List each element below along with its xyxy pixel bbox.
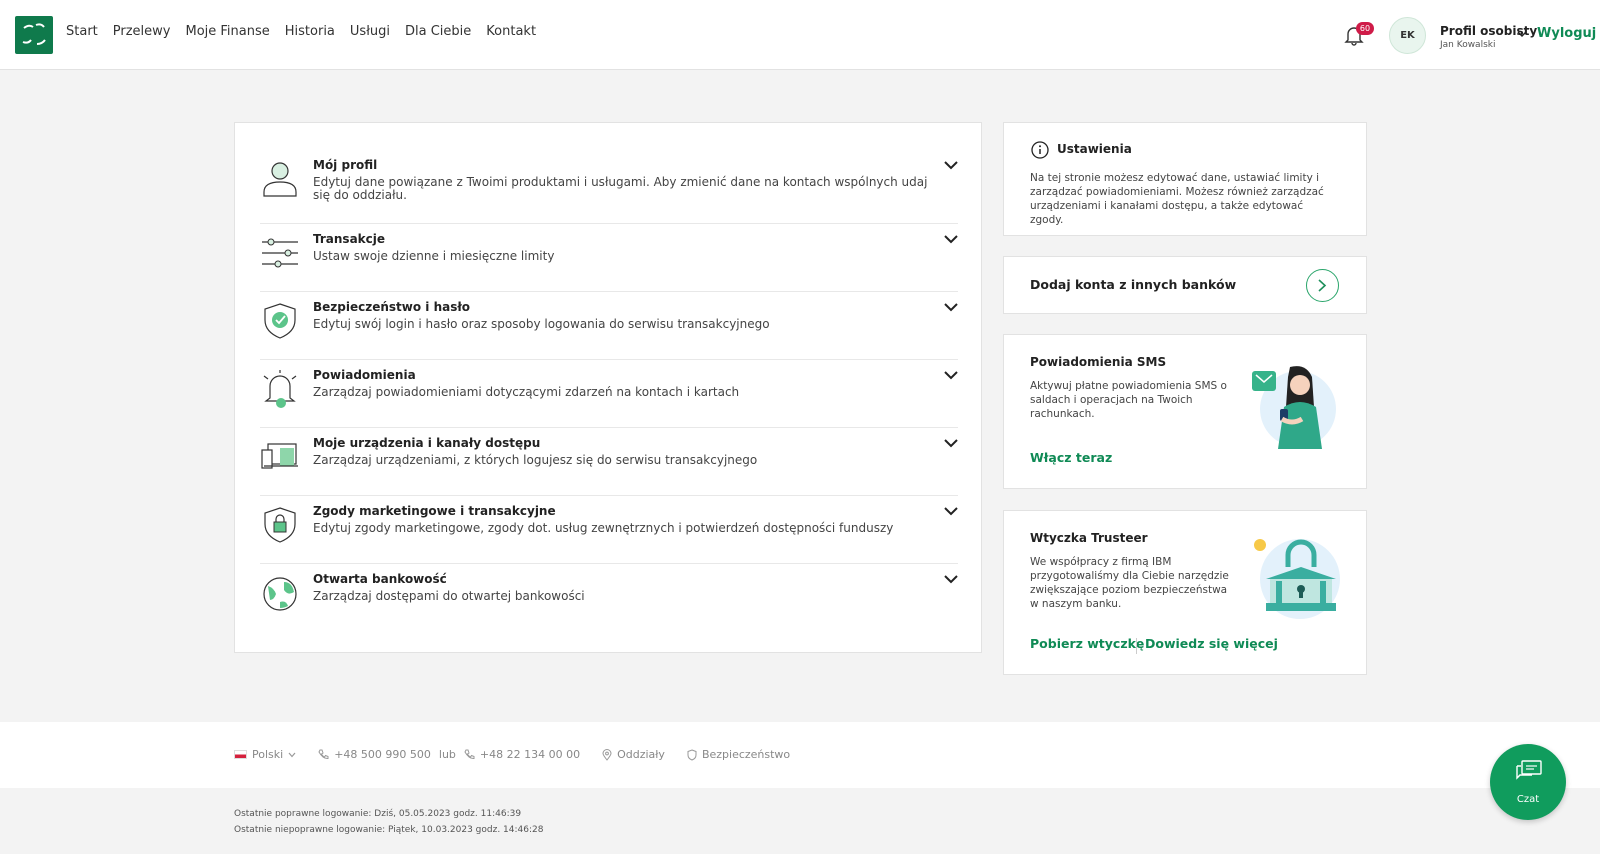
chevron-down-icon[interactable]	[944, 234, 958, 244]
row-title: Otwarta bankowość	[313, 572, 447, 586]
profile-user: Jan Kowalski	[1440, 40, 1496, 50]
phone-icon	[318, 749, 329, 760]
logout-link[interactable]: Wyloguj	[1537, 26, 1596, 41]
top-header: Start Przelewy Moje Finanse Historia Usł…	[0, 0, 1600, 70]
row-desc: Ustaw swoje dzienne i miesięczne limity	[313, 249, 555, 263]
nav-uslugi[interactable]: Usługi	[350, 24, 390, 39]
nav-start[interactable]: Start	[66, 24, 98, 39]
last-successful-login: Ostatnie poprawne logowanie: Dziś, 05.05…	[234, 809, 522, 819]
link-divider	[1136, 638, 1137, 654]
chevron-right-icon	[1318, 279, 1327, 292]
branches-link[interactable]: Oddziały	[602, 748, 665, 761]
sms-text: Aktywuj płatne powiadomienia SMS o salda…	[1030, 380, 1227, 420]
info-text: Na tej stronie możesz edytować dane, ust…	[1030, 172, 1324, 226]
phone-separator: lub	[438, 748, 456, 761]
row-title: Mój profil	[313, 158, 378, 172]
trusteer-promo-card: Wtyczka Trusteer We współpracy z firmą I…	[1003, 510, 1367, 675]
woman-with-phone-illustration	[1252, 366, 1336, 449]
info-icon	[1031, 141, 1049, 159]
bank-logo[interactable]	[15, 16, 53, 54]
branches-label: Oddziały	[617, 748, 665, 761]
bank-lock-illustration	[1254, 539, 1340, 619]
settings-info-card: Ustawienia Na tej stronie możesz edytowa…	[1003, 122, 1367, 236]
login-info: Ostatnie poprawne logowanie: Dziś, 05.05…	[234, 806, 543, 838]
chat-icon	[1516, 760, 1542, 780]
phone-link-1[interactable]: +48 500 990 500	[318, 748, 431, 761]
chevron-down-icon[interactable]	[944, 574, 958, 584]
trusteer-text: We współpracy z firmą IBM przygotowaliśm…	[1030, 556, 1229, 610]
footer-links: Polski +48 500 990 500 lub +48 22 134 00…	[234, 748, 812, 761]
add-accounts-title: Dodaj konta z innych banków	[1030, 277, 1237, 292]
row-desc: Zarządzaj urządzeniami, z których loguje…	[313, 453, 758, 467]
devices-icon	[261, 443, 298, 469]
row-title: Zgody marketingowe i transakcyjne	[313, 504, 556, 518]
nav-kontakt[interactable]: Kontakt	[486, 24, 536, 39]
page-footer: Polski +48 500 990 500 lub +48 22 134 00…	[0, 722, 1600, 854]
add-accounts-card[interactable]: Dodaj konta z innych banków	[1003, 256, 1367, 314]
poland-flag-icon	[234, 750, 247, 759]
settings-row-transactions[interactable]: Transakcje Ustaw swoje dzienne i miesięc…	[260, 224, 958, 292]
row-title: Moje urządzenia i kanały dostępu	[313, 436, 541, 450]
row-title: Transakcje	[313, 232, 386, 246]
add-accounts-button[interactable]	[1306, 269, 1339, 302]
info-title: Ustawienia	[1057, 142, 1132, 156]
settings-row-security[interactable]: Bezpieczeństwo i hasło Edytuj swój login…	[260, 292, 958, 360]
sliders-icon	[262, 238, 298, 268]
settings-list-card: Mój profil Edytuj dane powiązane z Twoim…	[234, 122, 982, 653]
settings-row-profile[interactable]: Mój profil Edytuj dane powiązane z Twoim…	[260, 150, 958, 224]
last-failed-login: Ostatnie niepoprawne logowanie: Piątek, …	[234, 825, 544, 835]
nav-historia[interactable]: Historia	[285, 24, 335, 39]
chat-label: Czat	[1516, 794, 1540, 805]
security-link[interactable]: Bezpieczeństwo	[687, 748, 790, 761]
nav-moje-finanse[interactable]: Moje Finanse	[185, 24, 269, 39]
location-pin-icon	[602, 748, 612, 761]
nav-dla-ciebie[interactable]: Dla Ciebie	[405, 24, 471, 39]
profile-icon	[263, 162, 297, 197]
sms-enable-link[interactable]: Włącz teraz	[1030, 450, 1112, 465]
row-desc: Edytuj zgody marketingowe, zgody dot. us…	[313, 521, 894, 535]
sms-promo-card: Powiadomienia SMS Aktywuj płatne powiado…	[1003, 334, 1367, 489]
language-label: Polski	[252, 748, 284, 761]
chevron-down-icon[interactable]	[944, 160, 958, 170]
settings-row-consents[interactable]: Zgody marketingowe i transakcyjne Edytuj…	[260, 496, 958, 564]
row-title: Powiadomienia	[313, 368, 416, 382]
phone-link-2[interactable]: +48 22 134 00 00	[464, 748, 580, 761]
settings-row-open-banking[interactable]: Otwarta bankowość Zarządzaj dostępami do…	[260, 564, 958, 632]
bell-icon	[263, 370, 297, 408]
chevron-down-icon[interactable]	[1517, 30, 1527, 38]
row-desc: Edytuj dane powiązane z Twoimi produktam…	[313, 175, 928, 202]
nav-przelewy[interactable]: Przelewy	[113, 24, 171, 39]
security-label: Bezpieczeństwo	[701, 748, 791, 761]
settings-row-devices[interactable]: Moje urządzenia i kanały dostępu Zarządz…	[260, 428, 958, 496]
phone-number-1: +48 500 990 500	[334, 748, 431, 761]
trusteer-title: Wtyczka Trusteer	[1030, 531, 1148, 545]
phone-number-2: +48 22 134 00 00	[479, 748, 581, 761]
row-desc: Zarządzaj dostępami do otwartej bankowoś…	[313, 589, 585, 603]
globe-icon	[263, 577, 297, 611]
main-nav: Start Przelewy Moje Finanse Historia Usł…	[66, 24, 536, 39]
row-desc: Zarządzaj powiadomieniami dotyczącymi zd…	[313, 385, 740, 399]
download-plugin-link[interactable]: Pobierz wtyczkę	[1030, 636, 1144, 651]
learn-more-link[interactable]: Dowiedz się więcej	[1145, 636, 1278, 651]
phone-icon	[464, 749, 475, 760]
chevron-down-icon	[288, 752, 296, 757]
shield-icon	[264, 303, 296, 339]
lock-shield-icon	[264, 507, 296, 543]
sms-title: Powiadomienia SMS	[1030, 355, 1167, 369]
chevron-down-icon[interactable]	[944, 370, 958, 380]
row-title: Bezpieczeństwo i hasło	[313, 300, 471, 314]
row-desc: Edytuj swój login i hasło oraz sposoby l…	[313, 317, 770, 331]
shield-icon	[687, 748, 697, 761]
chat-button[interactable]: Czat	[1490, 744, 1566, 820]
chevron-down-icon[interactable]	[944, 438, 958, 448]
settings-row-notifications[interactable]: Powiadomienia Zarządzaj powiadomieniami …	[260, 360, 958, 428]
chevron-down-icon[interactable]	[944, 302, 958, 312]
chevron-down-icon[interactable]	[944, 506, 958, 516]
avatar[interactable]: EK	[1389, 17, 1426, 54]
language-selector[interactable]: Polski	[234, 748, 296, 761]
notifications-badge: 60	[1356, 22, 1374, 35]
